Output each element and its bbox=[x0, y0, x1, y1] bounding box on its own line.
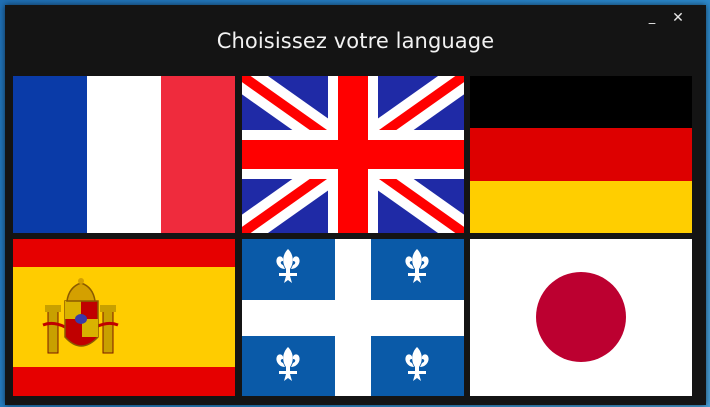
flag-stripe-white bbox=[87, 76, 161, 233]
minimize-button[interactable]: _ bbox=[641, 8, 663, 28]
union-jack-flag-icon bbox=[242, 76, 464, 233]
japan-flag-icon bbox=[470, 239, 692, 396]
flag-stripe-blue bbox=[13, 76, 87, 233]
spain-flag-icon bbox=[13, 239, 235, 396]
flag-stripe-red bbox=[161, 76, 235, 233]
language-selector-window: Choisissez votre language _ ✕ bbox=[5, 5, 706, 405]
language-option-spanish[interactable] bbox=[13, 239, 235, 396]
germany-flag-icon bbox=[470, 76, 692, 233]
language-option-quebec-french[interactable] bbox=[242, 239, 464, 396]
france-flag-icon bbox=[13, 76, 235, 233]
close-button[interactable]: ✕ bbox=[667, 8, 689, 28]
language-option-german[interactable] bbox=[470, 76, 692, 233]
title-bar[interactable]: Choisissez votre language _ ✕ bbox=[5, 5, 706, 76]
window-title: Choisissez votre language bbox=[216, 29, 495, 53]
language-option-french[interactable] bbox=[13, 76, 235, 233]
language-option-japanese[interactable] bbox=[470, 239, 692, 396]
language-option-english[interactable] bbox=[242, 76, 464, 233]
quebec-flag-icon bbox=[242, 239, 464, 396]
